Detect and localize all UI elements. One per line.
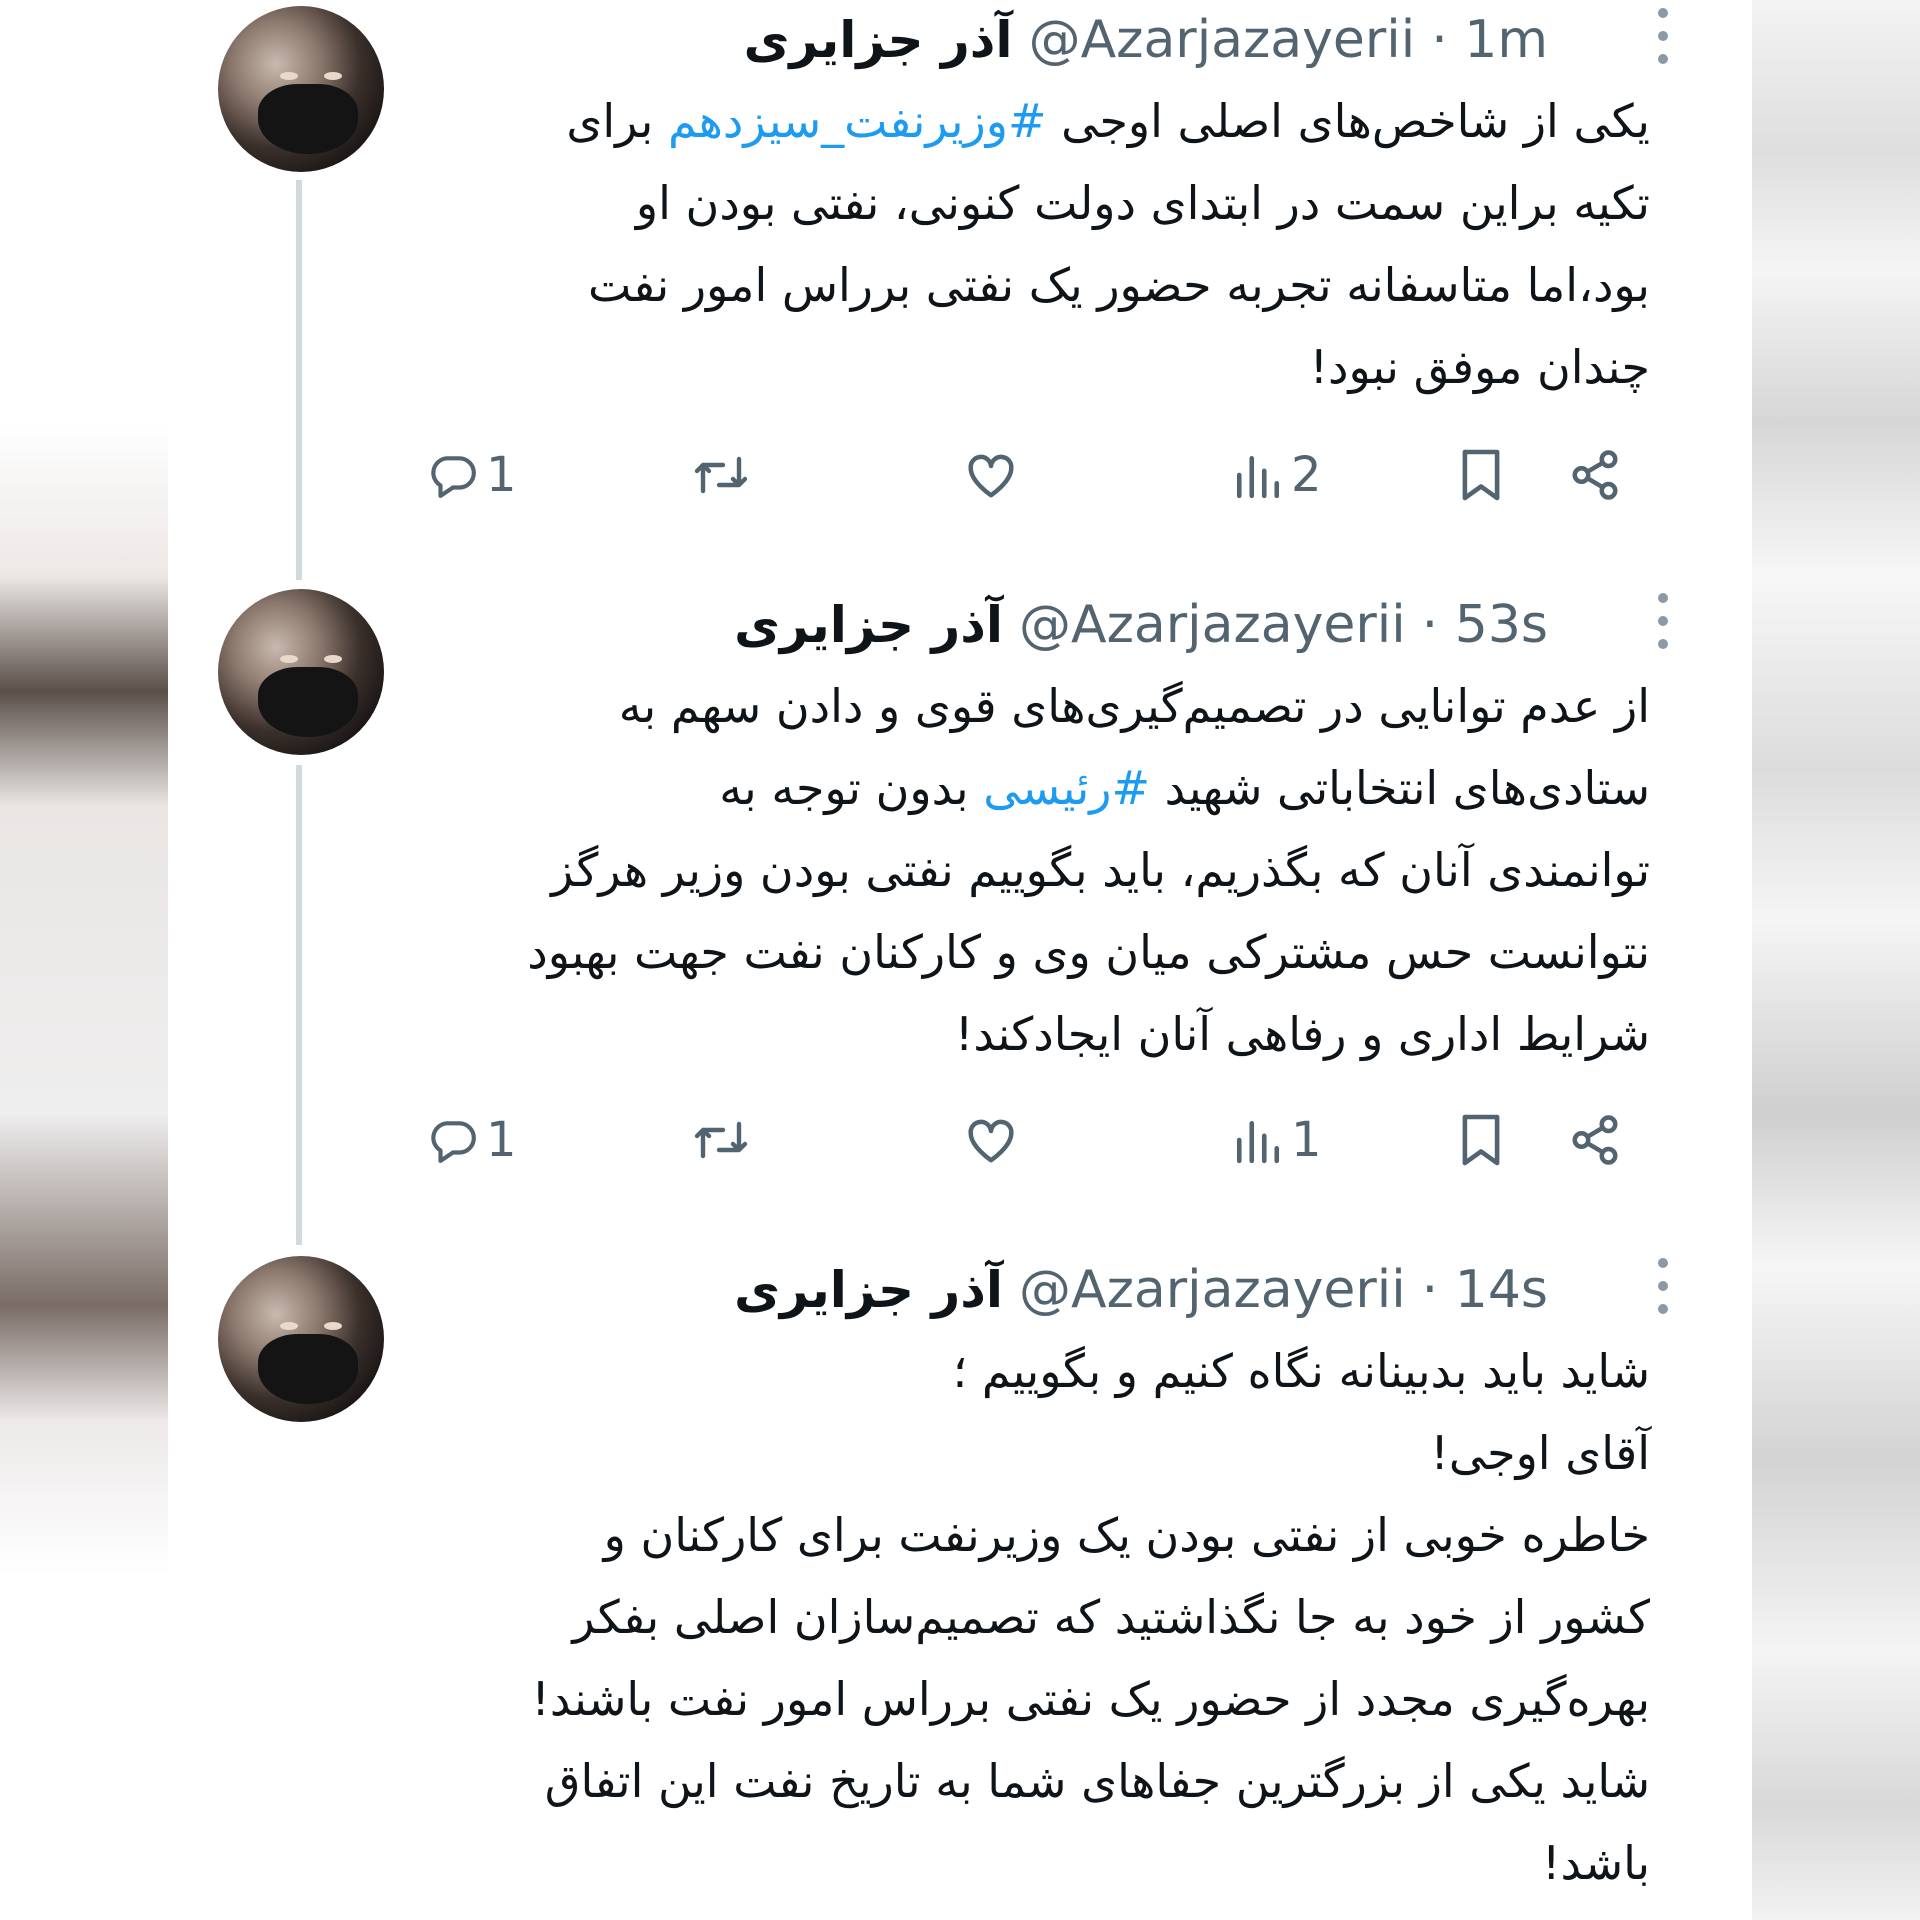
tweet-header: آذر جزایری @Azarjazayerii · 53s <box>428 595 1548 655</box>
tweet-line: شاید یکی از بزرگترین جفاهای شما به تاریخ… <box>544 1754 1650 1808</box>
author-handle[interactable]: @Azarjazayerii <box>1019 1260 1406 1320</box>
like-button[interactable] <box>964 440 1018 510</box>
tweet-actions: 1 2 <box>428 440 1618 510</box>
reply-icon <box>431 1121 476 1163</box>
avatar[interactable] <box>218 1256 384 1422</box>
like-icon <box>968 1119 1014 1163</box>
reply-count: 1 <box>486 1112 517 1168</box>
tweet-line: چندان موفق نبود! <box>1309 340 1650 394</box>
text-segment: بدون توجه به <box>719 761 984 815</box>
tweet-time[interactable]: · 53s <box>1422 595 1548 655</box>
like-icon <box>968 454 1014 498</box>
avatar-mask <box>258 84 358 154</box>
tweet-time[interactable]: · 1m <box>1431 10 1548 70</box>
avatar-eye <box>280 655 298 663</box>
more-vertical-icon[interactable] <box>1656 593 1670 649</box>
views-button[interactable]: 2 <box>1233 440 1322 510</box>
avatar[interactable] <box>218 589 384 755</box>
tweet-header: آذر جزایری @Azarjazayerii · 1m <box>428 10 1548 70</box>
author-name[interactable]: آذر جزایری <box>734 596 1003 654</box>
tweet-text: یکی از شاخص‌های اصلی اوجی #وزیرنفت_سیزده… <box>428 80 1868 408</box>
bookmark-icon <box>1462 449 1500 501</box>
share-icon <box>1572 1115 1618 1165</box>
tweet-line: خاطره خوبی از نفتی بودن یک وزیرنفت برای … <box>603 1508 1650 1562</box>
author-name[interactable]: آذر جزایری <box>734 1261 1003 1319</box>
reply-button[interactable]: 1 <box>428 1105 517 1175</box>
avatar-eye <box>324 1322 342 1330</box>
hashtag-link[interactable]: #رئیسی <box>983 761 1150 815</box>
tweet-line: یکی از شاخص‌های اصلی اوجی #وزیرنفت_سیزده… <box>428 80 1650 162</box>
tweet-line: آقای اوجی! <box>1430 1426 1650 1480</box>
view-count: 1 <box>1291 1112 1322 1168</box>
bookmark-icon <box>1462 1114 1500 1166</box>
tweet-line: ستادی‌های انتخاباتی شهید #رئیسی بدون توج… <box>428 747 1650 829</box>
blurred-background-left <box>0 0 168 1920</box>
tweet-line: شرایط اداری و رفاهی آنان ایجادکند! <box>954 1007 1650 1061</box>
tweet[interactable]: آذر جزایری @Azarjazayerii · 14s شاید بای… <box>168 1250 1752 1920</box>
tweet-line: شاید باید بدبینانه نگاه کنیم و بگوییم ؛ <box>952 1344 1650 1398</box>
tweet-line: باشد! <box>1542 1836 1650 1890</box>
views-button[interactable]: 1 <box>1233 1105 1322 1175</box>
more-vertical-icon[interactable] <box>1656 1258 1670 1314</box>
avatar-eye <box>280 72 298 80</box>
avatar-mask <box>258 667 358 737</box>
tweet-line: نتوانست حس مشترکی میان وی و کارکنان نفت … <box>527 925 1650 979</box>
retweet-button[interactable] <box>693 1105 749 1175</box>
more-vertical-icon[interactable] <box>1656 8 1670 64</box>
avatar-eye <box>324 72 342 80</box>
text-segment: برای <box>566 94 668 148</box>
bookmark-button[interactable] <box>1458 440 1504 510</box>
view-count: 2 <box>1291 447 1322 503</box>
bookmark-button[interactable] <box>1458 1105 1504 1175</box>
tweet-line: کشور از خود به جا نگذاشتید که تصمیم‌سازا… <box>572 1590 1650 1644</box>
tweet[interactable]: آذر جزایری @Azarjazayerii · 53s از عدم ت… <box>168 585 1752 1245</box>
views-icon <box>1236 1121 1280 1164</box>
tweet-line: بهره‌گیری مجدد از حضور یک نفتی برراس امو… <box>531 1672 1650 1726</box>
tweet-header: آذر جزایری @Azarjazayerii · 14s <box>428 1260 1548 1320</box>
tweet-line: بود،اما متاسفانه تجربه حضور یک نفتی بررا… <box>587 258 1650 312</box>
share-button[interactable] <box>1568 1105 1622 1175</box>
tweet-text: از عدم توانایی در تصمیم‌گیری‌های قوی و د… <box>428 665 1868 1075</box>
like-button[interactable] <box>964 1105 1018 1175</box>
reply-count: 1 <box>486 447 517 503</box>
tweet-line: توانمندی آنان که بگذریم، باید بگوییم نفت… <box>551 843 1650 897</box>
hashtag-link[interactable]: #وزیرنفت_سیزدهم <box>668 94 1047 148</box>
retweet-button[interactable] <box>693 440 749 510</box>
retweet-icon <box>694 1121 748 1159</box>
text-segment: یکی از شاخص‌های اصلی اوجی <box>1046 94 1650 148</box>
views-icon <box>1236 456 1280 499</box>
author-name[interactable]: آذر جزایری <box>744 11 1013 69</box>
avatar-mask <box>258 1334 358 1404</box>
retweet-icon <box>694 456 748 494</box>
author-handle[interactable]: @Azarjazayerii <box>1019 595 1406 655</box>
author-handle[interactable]: @Azarjazayerii <box>1029 10 1416 70</box>
tweet-line: از عدم توانایی در تصمیم‌گیری‌های قوی و د… <box>618 679 1650 733</box>
reply-button[interactable]: 1 <box>428 440 517 510</box>
text-segment: ستادی‌های انتخاباتی شهید <box>1150 761 1650 815</box>
tweet-time[interactable]: · 14s <box>1422 1260 1548 1320</box>
tweet-text: شاید باید بدبینانه نگاه کنیم و بگوییم ؛ … <box>428 1330 1868 1904</box>
reply-icon <box>431 456 476 498</box>
tweet-actions: 1 1 <box>428 1105 1618 1175</box>
tweet-line: تکیه براین سمت در ابتدای دولت کنونی، نفت… <box>635 176 1650 230</box>
share-button[interactable] <box>1568 440 1622 510</box>
tweet[interactable]: آذر جزایری @Azarjazayerii · 1m یکی از شا… <box>168 0 1752 590</box>
avatar-eye <box>280 1322 298 1330</box>
share-icon <box>1572 450 1618 500</box>
avatar-eye <box>324 655 342 663</box>
tweet-thread: آذر جزایری @Azarjazayerii · 1m یکی از شا… <box>168 0 1752 1920</box>
avatar[interactable] <box>218 6 384 172</box>
